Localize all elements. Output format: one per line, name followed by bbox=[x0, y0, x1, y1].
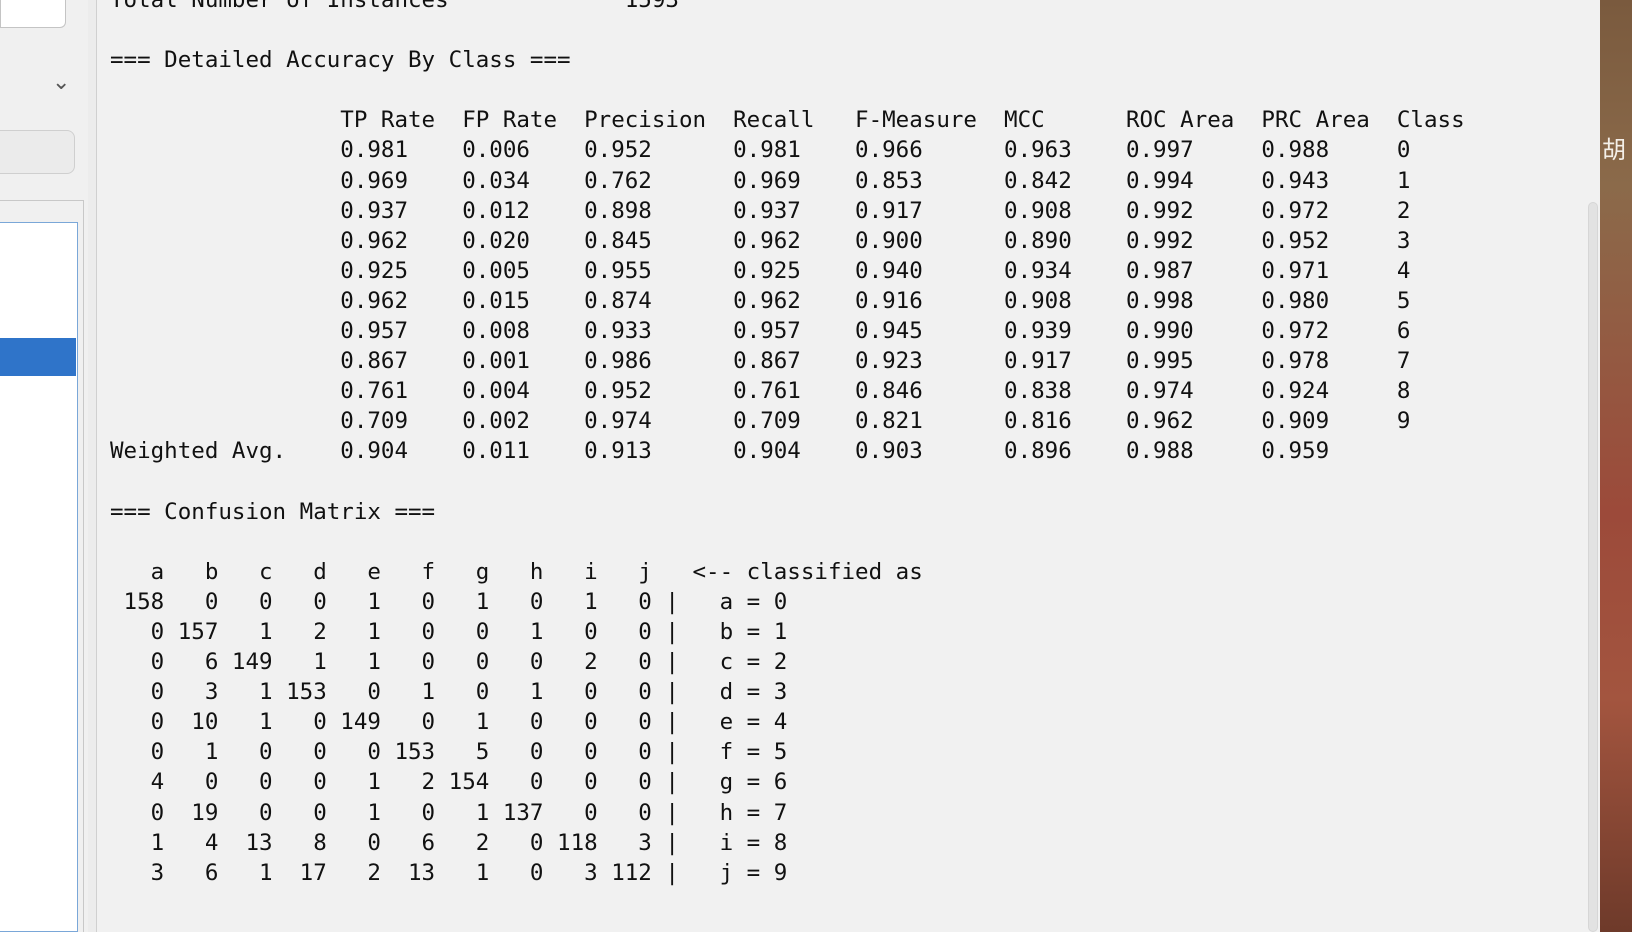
output-line: 0.709 0.002 0.974 0.709 0.821 0.816 0.96… bbox=[110, 408, 1411, 435]
output-line: === Detailed Accuracy By Class === bbox=[110, 47, 571, 74]
output-line: 158 0 0 0 1 0 1 0 1 0 | a = 0 bbox=[110, 588, 788, 615]
output-line: 0.962 0.020 0.845 0.962 0.900 0.890 0.99… bbox=[110, 227, 1411, 254]
classifier-output-panel[interactable]: Total Number of Instances 1593 === Detai… bbox=[96, 0, 1586, 932]
output-line: 0.962 0.015 0.874 0.962 0.916 0.908 0.99… bbox=[110, 287, 1411, 314]
chevron-down-icon[interactable]: ⌄ bbox=[52, 70, 70, 95]
output-vertical-scrollbar[interactable] bbox=[1586, 0, 1600, 932]
output-line: 0 19 0 0 1 0 1 137 0 0 | h = 7 bbox=[110, 799, 788, 826]
output-line: 0 1 0 0 0 153 5 0 0 0 | f = 5 bbox=[110, 739, 788, 766]
output-line: a b c d e f g h i j <-- classified as bbox=[110, 558, 923, 585]
scrollbar-thumb[interactable] bbox=[1588, 202, 1598, 932]
left-text-field[interactable] bbox=[0, 0, 66, 28]
left-dropdown[interactable]: ⌄ bbox=[0, 62, 88, 104]
output-line: Total Number of Instances 1593 bbox=[110, 0, 679, 13]
output-line: 3 6 1 17 2 13 1 0 3 112 | j = 9 bbox=[110, 859, 788, 886]
left-button[interactable] bbox=[0, 130, 75, 174]
result-list[interactable] bbox=[0, 222, 78, 932]
output-line: 0.957 0.008 0.933 0.957 0.945 0.939 0.99… bbox=[110, 318, 1411, 345]
classifier-output-text: Total Number of Instances 1593 === Detai… bbox=[110, 0, 1465, 888]
result-list-selected-item[interactable] bbox=[0, 338, 76, 376]
output-line: Weighted Avg. 0.904 0.011 0.913 0.904 0.… bbox=[110, 438, 1330, 465]
output-line: TP Rate FP Rate Precision Recall F-Measu… bbox=[110, 107, 1465, 134]
output-line: 0 10 1 0 149 0 1 0 0 0 | e = 4 bbox=[110, 709, 788, 736]
left-panel: ⌄ bbox=[0, 0, 88, 932]
output-line: 0.925 0.005 0.955 0.925 0.940 0.934 0.98… bbox=[110, 257, 1411, 284]
output-line: 0.969 0.034 0.762 0.969 0.853 0.842 0.99… bbox=[110, 167, 1411, 194]
output-line: 4 0 0 0 1 2 154 0 0 0 | g = 6 bbox=[110, 769, 788, 796]
output-line: 0.981 0.006 0.952 0.981 0.966 0.963 0.99… bbox=[110, 137, 1411, 164]
output-line: 0 157 1 2 1 0 0 1 0 0 | b = 1 bbox=[110, 618, 788, 645]
output-line: 0.937 0.012 0.898 0.937 0.917 0.908 0.99… bbox=[110, 197, 1411, 224]
output-line: 1 4 13 8 0 6 2 0 118 3 | i = 8 bbox=[110, 829, 788, 856]
output-line: === Confusion Matrix === bbox=[110, 498, 436, 525]
output-line: 0 3 1 153 0 1 0 1 0 0 | d = 3 bbox=[110, 679, 788, 706]
desktop-label-fragment: 胡 bbox=[1602, 136, 1626, 164]
output-line: 0.867 0.001 0.986 0.867 0.923 0.917 0.99… bbox=[110, 348, 1411, 375]
output-line: 0 6 149 1 1 0 0 0 2 0 | c = 2 bbox=[110, 649, 788, 676]
output-line: 0.761 0.004 0.952 0.761 0.846 0.838 0.97… bbox=[110, 378, 1411, 405]
